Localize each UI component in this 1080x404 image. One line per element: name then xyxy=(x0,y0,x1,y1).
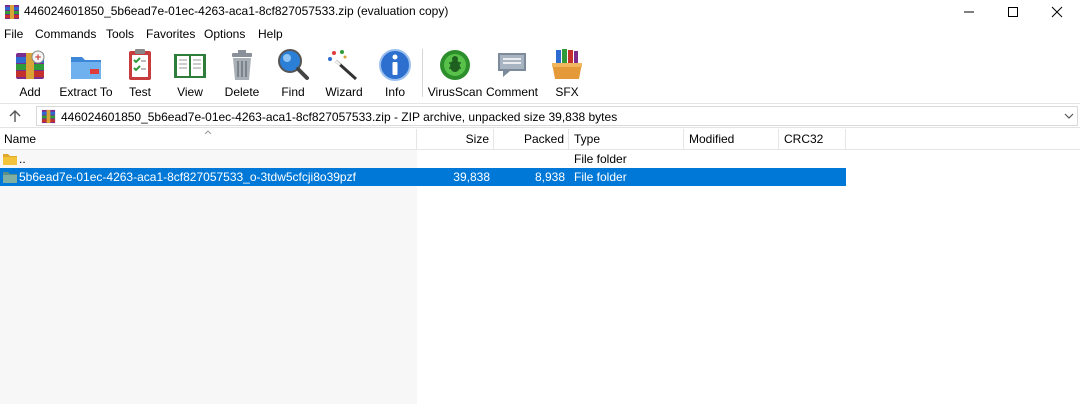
winrar-app-icon xyxy=(5,5,19,19)
comment-button[interactable]: Comment xyxy=(485,47,539,101)
maximize-button[interactable] xyxy=(990,0,1036,24)
menu-tools[interactable]: Tools xyxy=(106,27,134,41)
menu-favorites[interactable]: Favorites xyxy=(146,27,195,41)
column-header: Name Size Packed Type Modified CRC32 xyxy=(0,129,1080,150)
sfx-button[interactable]: SFX xyxy=(546,47,588,101)
sort-arrow-icon xyxy=(204,130,212,135)
find-button[interactable]: Find xyxy=(273,47,313,101)
address-field[interactable]: 446024601850_5b6ead7e-01ec-4263-aca1-8cf… xyxy=(36,106,1078,126)
test-button[interactable]: Test xyxy=(120,47,160,101)
file-list: Name Size Packed Type Modified CRC32 .. … xyxy=(0,129,1080,404)
column-packed-label: Packed xyxy=(523,132,564,146)
item-type: File folder xyxy=(574,152,627,166)
menu-options[interactable]: Options xyxy=(204,27,245,41)
up-arrow-icon[interactable] xyxy=(6,107,24,125)
item-name: 5b6ead7e-01ec-4263-aca1-8cf827057533_o-3… xyxy=(19,170,356,184)
toolbar-separator xyxy=(422,49,423,97)
magic-wand-icon xyxy=(328,50,358,81)
menu-bar: File Commands Tools Favorites Options He… xyxy=(0,24,1080,44)
menu-help[interactable]: Help xyxy=(258,27,283,41)
view-label: View xyxy=(177,85,203,99)
sfx-label: SFX xyxy=(555,85,579,99)
view-button[interactable]: View xyxy=(170,47,210,101)
chevron-down-icon[interactable] xyxy=(1063,110,1075,122)
wizard-label: Wizard xyxy=(325,85,363,99)
column-crc32[interactable]: CRC32 xyxy=(779,129,846,150)
column-size-label: Size xyxy=(465,132,489,146)
test-clipboard-icon xyxy=(129,49,151,80)
close-button[interactable] xyxy=(1034,0,1080,24)
item-type: File folder xyxy=(574,170,627,184)
column-crc32-label: CRC32 xyxy=(784,132,824,146)
extract-to-label: Extract To xyxy=(59,85,113,99)
sfx-package-icon xyxy=(552,49,582,79)
toolbar: + Add Extract To Test View Delete Find W… xyxy=(0,44,1080,102)
address-bar: 446024601850_5b6ead7e-01ec-4263-aca1-8cf… xyxy=(0,103,1080,128)
delete-label: Delete xyxy=(224,85,260,99)
virusscan-label: VirusScan xyxy=(427,85,483,99)
window-title: 446024601850_5b6ead7e-01ec-4263-aca1-8cf… xyxy=(24,4,449,18)
info-button[interactable]: Info xyxy=(375,47,415,101)
test-label: Test xyxy=(128,85,151,99)
extract-folder-icon xyxy=(71,57,101,79)
column-name-label: Name xyxy=(4,132,37,146)
add-archive-icon: + xyxy=(16,50,45,79)
folder-icon xyxy=(3,172,17,183)
address-text: 446024601850_5b6ead7e-01ec-4263-aca1-8cf… xyxy=(61,110,618,124)
add-button[interactable]: + Add xyxy=(10,47,50,101)
find-label: Find xyxy=(281,85,305,99)
list-item-parent[interactable]: .. File folder xyxy=(0,150,846,168)
virusscan-button[interactable]: VirusScan xyxy=(428,47,482,101)
minimize-button[interactable] xyxy=(946,0,992,24)
column-type-label: Type xyxy=(574,132,601,146)
column-modified-label: Modified xyxy=(689,132,735,146)
speech-bubble-icon xyxy=(498,53,526,77)
magnifier-icon xyxy=(278,49,309,80)
delete-button[interactable]: Delete xyxy=(222,47,262,101)
name-column-area xyxy=(0,150,417,404)
item-size: 39,838 xyxy=(453,170,490,184)
comment-label: Comment xyxy=(485,85,538,99)
column-modified[interactable]: Modified xyxy=(684,129,779,150)
wizard-button[interactable]: Wizard xyxy=(323,47,365,101)
column-name[interactable]: Name xyxy=(0,129,417,150)
item-packed: 8,938 xyxy=(534,170,565,184)
column-type[interactable]: Type xyxy=(569,129,684,150)
list-item-selected[interactable]: 5b6ead7e-01ec-4263-aca1-8cf827057533_o-3… xyxy=(0,168,846,186)
view-book-icon xyxy=(174,54,206,78)
extract-to-button[interactable]: Extract To xyxy=(58,47,114,101)
menu-commands[interactable]: Commands xyxy=(35,27,96,41)
svg-text:+: + xyxy=(34,53,42,63)
title-bar: 446024601850_5b6ead7e-01ec-4263-aca1-8cf… xyxy=(0,0,1080,24)
info-label: Info xyxy=(384,85,405,99)
menu-file[interactable]: File xyxy=(4,27,23,41)
folder-icon xyxy=(3,154,17,165)
virus-bug-icon xyxy=(440,50,470,80)
item-name: .. xyxy=(19,152,26,166)
column-packed[interactable]: Packed xyxy=(494,129,569,150)
archive-icon xyxy=(41,109,56,124)
add-label: Add xyxy=(19,85,41,99)
trash-bin-icon xyxy=(232,50,252,80)
column-size[interactable]: Size xyxy=(417,129,494,150)
info-icon xyxy=(379,49,411,81)
